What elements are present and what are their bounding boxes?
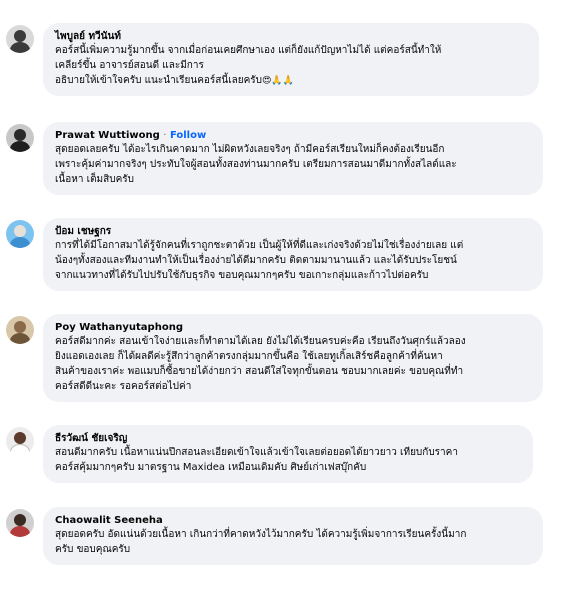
comment-author[interactable]: ป้อม เชษฐกร (55, 226, 111, 237)
comment-author[interactable]: Poy Wathanyutaphong (55, 322, 183, 333)
comment-text-line: น้องๆทั้งสองและทีมงานทำให้เป็นเรื่องง่าย… (55, 255, 457, 266)
comment-text-line: ยิงแอดเองเลย ก็ได้ผลดีค่ะรู้สึกว่าลูกค้า… (55, 351, 443, 362)
comment-text: คอร์สนี้เพิ่มความรู้มากขึ้น จากเมื่อก่อน… (55, 43, 527, 88)
comment-text-line: คอร์สดีมากค่ะ สอนเข้าใจง่ายและก็ทำตามได้… (55, 336, 466, 347)
comment-text: การที่ได้มีโอกาสมาได้รู้จักคนที่เราถูกชะ… (55, 238, 531, 283)
comment-text-line: ครับ ขอบคุณครับ (55, 544, 131, 555)
comment-bubble: Chaowalit Seeneha สุดยอดครับ อัดแน่นด้วย… (43, 507, 543, 565)
separator-dot: · (163, 130, 167, 141)
follow-link[interactable]: Follow (170, 130, 206, 141)
comment-text-line: การที่ได้มีโอกาสมาได้รู้จักคนที่เราถูกชะ… (55, 240, 464, 251)
comment-author[interactable]: ธีรวัฒน์ ชัยเจริญ (55, 433, 127, 444)
folded-hands-emoji: 🙏 (282, 76, 294, 86)
comment: Chaowalit Seeneha สุดยอดครับ อัดแน่นด้วย… (6, 507, 543, 565)
avatar[interactable] (6, 220, 34, 248)
comment-text-line: เพราะคุ้มค่ามากจริงๆ ประทับใจผู้สอนทั้งส… (55, 159, 457, 170)
comment-text-line: สินค้าของเราค่ะ พอแมบก็ซื้อขายได้ง่ายกว่… (55, 366, 464, 377)
avatar[interactable] (6, 427, 34, 455)
comment: ไพบูลย์ ทวีนันท์ คอร์สนี้เพิ่มความรู้มาก… (6, 23, 539, 96)
comment-author[interactable]: ไพบูลย์ ทวีนันท์ (55, 31, 121, 42)
comment-text-line: เคลียร์ขึ้น อาจารย์สอนดี และมีการ (55, 60, 204, 71)
comment-author[interactable]: Chaowalit Seeneha (55, 515, 163, 526)
comment: ธีรวัฒน์ ชัยเจริญ สอนดีมากครับ เนื้อหาแน… (6, 425, 533, 483)
comment: ป้อม เชษฐกร การที่ได้มีโอกาสมาได้รู้จักค… (6, 218, 543, 291)
comment-text: สุดยอดเลยครับ ได้อะไรเกินคาดมาก ไม่ผิดหว… (55, 142, 531, 187)
comment-text-line: สุดยอดครับ อัดแน่นด้วยเนื้อหา เกินกว่าที… (55, 529, 467, 540)
comment-text-line: อธิบายให้เข้าใจครับ แนะนำเรียนคอร์สนี้เล… (55, 75, 263, 86)
comment-bubble: Prawat Wuttiwong · Follow สุดยอดเลยครับ … (43, 122, 543, 195)
comment-bubble: Poy Wathanyutaphong คอร์สดีมากค่ะ สอนเข้… (43, 314, 543, 402)
comment-text-line: สอนดีมากครับ เนื้อหาแน่นปึกสอนละเอียดเข้… (55, 447, 458, 458)
avatar[interactable] (6, 25, 34, 53)
comment: Prawat Wuttiwong · Follow สุดยอดเลยครับ … (6, 122, 543, 195)
avatar[interactable] (6, 509, 34, 537)
comment-bubble: ไพบูลย์ ทวีนันท์ คอร์สนี้เพิ่มความรู้มาก… (43, 23, 539, 96)
comment-text: คอร์สดีมากค่ะ สอนเข้าใจง่ายและก็ทำตามได้… (55, 334, 531, 394)
comment-text-line: เนื้อหา เต็มสิบครับ (55, 174, 135, 185)
comment-text: สุดยอดครับ อัดแน่นด้วยเนื้อหา เกินกว่าที… (55, 527, 531, 557)
comment-bubble: ธีรวัฒน์ ชัยเจริญ สอนดีมากครับ เนื้อหาแน… (43, 425, 533, 483)
comment-text: สอนดีมากครับ เนื้อหาแน่นปึกสอนละเอียดเข้… (55, 445, 521, 475)
comment-text-line: คอร์สดีดีนะคะ รอคอร์สต่อไปค่า (55, 381, 192, 392)
comment-bubble: ป้อม เชษฐกร การที่ได้มีโอกาสมาได้รู้จักค… (43, 218, 543, 291)
smiling-hearts-emoji: 😍 (262, 76, 272, 86)
comment-text-line: สุดยอดเลยครับ ได้อะไรเกินคาดมาก ไม่ผิดหว… (55, 144, 445, 155)
comment-text-line: คอร์สคุ้มมากๆครับ มาตรฐาน Maxidea เหมือน… (55, 462, 367, 473)
comment: Poy Wathanyutaphong คอร์สดีมากค่ะ สอนเข้… (6, 314, 543, 402)
folded-hands-emoji: 🙏 (271, 76, 283, 86)
avatar[interactable] (6, 316, 34, 344)
comment-text-line: จากแนวทางที่ได้รับไปปรับใช้กับธุรกิจ ขอบ… (55, 270, 429, 281)
comment-text-line: คอร์สนี้เพิ่มความรู้มากขึ้น จากเมื่อก่อน… (55, 45, 442, 56)
avatar[interactable] (6, 124, 34, 152)
comments-feed: ไพบูลย์ ทวีนันท์ คอร์สนี้เพิ่มความรู้มาก… (0, 0, 570, 590)
comment-author[interactable]: Prawat Wuttiwong (55, 130, 160, 141)
